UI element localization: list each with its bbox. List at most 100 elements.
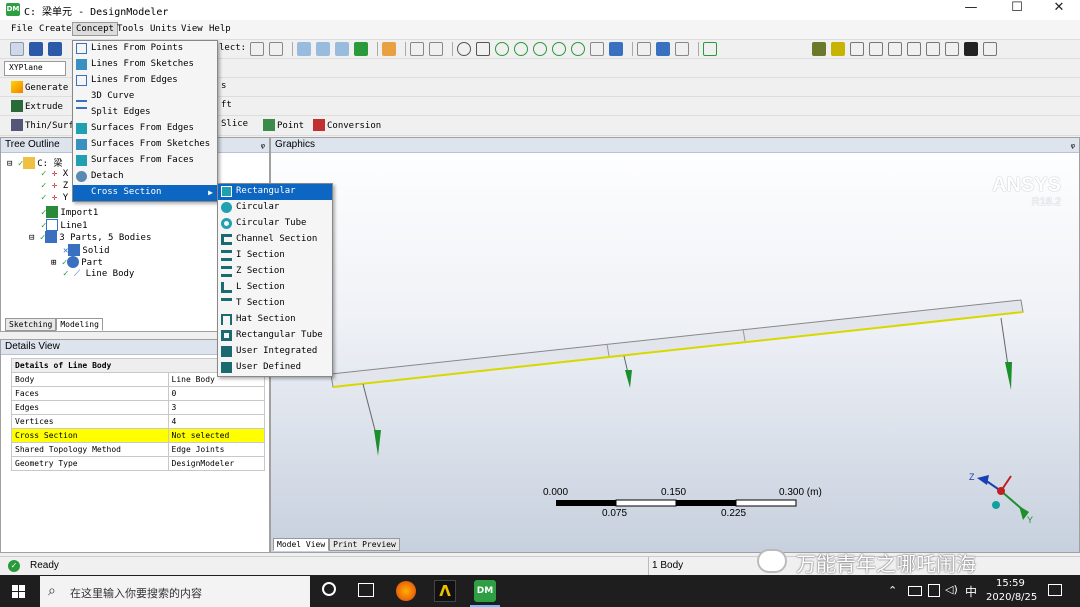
menu-item-surfaces-from-edges[interactable]: Surfaces From Edges	[73, 121, 217, 137]
plane-dropdown[interactable]: XYPlane	[4, 61, 66, 76]
windows-start-icon[interactable]	[12, 585, 26, 599]
thick-edge-icon[interactable]	[964, 42, 978, 56]
menu-item-t-section[interactable]: T Section	[218, 296, 332, 312]
select-edge-icon[interactable]	[316, 42, 330, 56]
extrude-button[interactable]: Extrude	[8, 98, 66, 115]
zoom-box-icon[interactable]	[514, 42, 528, 56]
clock-date[interactable]: 2020/8/25	[986, 592, 1037, 603]
menu-create[interactable]: Create	[36, 23, 75, 35]
point-button[interactable]: Point	[260, 117, 307, 134]
tree-node-solid[interactable]: ✕ Solid	[63, 244, 110, 256]
iso-view-icon[interactable]	[590, 42, 604, 56]
menu-item-split-edges[interactable]: Split Edges	[73, 105, 217, 121]
menu-item-rectangular-tube[interactable]: Rectangular Tube	[218, 328, 332, 344]
rotate-icon[interactable]	[457, 42, 471, 56]
menu-tools[interactable]: Tools	[114, 23, 147, 35]
extend-selection-icon[interactable]	[382, 42, 396, 56]
select-pointer-icon[interactable]	[250, 42, 264, 56]
battery-icon[interactable]	[928, 584, 940, 597]
firefox-icon[interactable]	[396, 581, 416, 601]
taskbar-search-input[interactable]: ⌕ 在这里输入你要搜索的内容	[40, 576, 310, 607]
menu-item-user-defined[interactable]: User Defined	[218, 360, 332, 376]
zoom-in-icon[interactable]	[552, 42, 566, 56]
save-icon[interactable]	[29, 42, 43, 56]
tree-node-import1[interactable]: ✓ Import1	[41, 206, 98, 218]
wireframe-2-icon[interactable]	[869, 42, 883, 56]
ime-indicator[interactable]: 中	[965, 583, 977, 600]
tab-model-view[interactable]: Model View	[273, 538, 330, 551]
pan-icon[interactable]	[476, 42, 490, 56]
display-point-icon[interactable]	[675, 42, 689, 56]
menu-item-circular-tube[interactable]: Circular Tube	[218, 216, 332, 232]
tree-node-line1[interactable]: ✓ Line1	[41, 219, 88, 231]
menu-concept[interactable]: Concept	[72, 22, 118, 36]
pin-icon[interactable]: ᵩ	[261, 139, 265, 150]
tree-root[interactable]: ⊟ ✓ C: 梁	[7, 156, 63, 169]
tray-expand-icon[interactable]: ⌃	[888, 584, 897, 597]
generate-button[interactable]: Generate	[8, 79, 71, 96]
cortana-icon[interactable]	[322, 582, 336, 596]
menu-item-3d-curve[interactable]: 3D Curve	[73, 89, 217, 105]
tree-node-z-plane[interactable]: ✓ ✛ Z	[41, 181, 68, 191]
wireframe-5-icon[interactable]	[926, 42, 940, 56]
menu-item-lines-from-edges[interactable]: Lines From Edges	[73, 73, 217, 89]
designmodeler-taskbar-icon[interactable]: DM	[474, 580, 496, 602]
menu-units[interactable]: Units	[147, 23, 180, 35]
clock-time[interactable]: 15:59	[996, 578, 1025, 589]
graphics-panel[interactable]: Graphics ᵩ ANSYS R18.2 0.000 0.150 0.300 …	[270, 137, 1080, 553]
ansys-workbench-icon[interactable]: Λ	[434, 580, 456, 602]
box-zoom-icon[interactable]	[429, 42, 443, 56]
zoom-fit-icon[interactable]	[533, 42, 547, 56]
wireframe-3-icon[interactable]	[888, 42, 902, 56]
beam-edge[interactable]	[332, 311, 1024, 388]
wireframe-6-icon[interactable]	[945, 42, 959, 56]
display-model-icon[interactable]	[656, 42, 670, 56]
edge-display-icon[interactable]	[812, 42, 826, 56]
menu-help[interactable]: Help	[206, 23, 234, 35]
tree-node-line-body[interactable]: ✓ ⟋ Line Body	[63, 269, 134, 279]
menu-item-surfaces-from-faces[interactable]: Surfaces From Faces	[73, 153, 217, 169]
thin-edge-icon[interactable]	[983, 42, 997, 56]
tab-print-preview[interactable]: Print Preview	[329, 538, 400, 551]
close-button[interactable]: ✕	[1036, 0, 1080, 20]
menu-item-i-section[interactable]: I Section	[218, 248, 332, 264]
wireframe-1-icon[interactable]	[850, 42, 864, 56]
tree-node-part[interactable]: ⊞ ✓ Part	[51, 256, 103, 268]
minimize-button[interactable]: —	[948, 0, 994, 20]
menu-view[interactable]: View	[178, 23, 206, 35]
task-view-icon[interactable]	[358, 583, 374, 597]
notification-icon[interactable]	[1048, 584, 1062, 596]
maximize-button[interactable]: ☐	[994, 0, 1040, 20]
tree-node-parts[interactable]: ⊟ ✓ 3 Parts, 5 Bodies	[29, 231, 151, 243]
menu-item-hat-section[interactable]: Hat Section	[218, 312, 332, 328]
edge-coloring-icon[interactable]	[831, 42, 845, 56]
beam-body[interactable]	[330, 299, 1024, 388]
menu-item-user-integrated[interactable]: User Integrated	[218, 344, 332, 360]
menu-item-circular[interactable]: Circular	[218, 200, 332, 216]
menu-item-lines-from-points[interactable]: Lines From Points	[73, 41, 217, 57]
menu-item-channel-section[interactable]: Channel Section	[218, 232, 332, 248]
slice-button[interactable]: Slice	[218, 117, 251, 134]
wireframe-4-icon[interactable]	[907, 42, 921, 56]
tab-modeling[interactable]: Modeling	[56, 318, 103, 331]
menu-item-z-section[interactable]: Z Section	[218, 264, 332, 280]
conversion-button[interactable]: Conversion	[310, 117, 384, 134]
menu-item-l-section[interactable]: L Section	[218, 280, 332, 296]
triad-iso-ball[interactable]	[992, 501, 1000, 509]
select-face-icon[interactable]	[335, 42, 349, 56]
zoom-icon[interactable]	[495, 42, 509, 56]
select-mode-icon[interactable]	[269, 42, 283, 56]
save-as-icon[interactable]	[48, 42, 62, 56]
triad-icon[interactable]	[637, 42, 651, 56]
menu-item-detach[interactable]: Detach	[73, 169, 217, 185]
select-vertex-icon[interactable]	[297, 42, 311, 56]
tree-node-y-plane[interactable]: ✓ ✛ Y	[41, 193, 68, 203]
select-body-icon[interactable]	[354, 42, 368, 56]
tab-sketching[interactable]: Sketching	[5, 318, 57, 331]
menu-item-rectangular[interactable]: Rectangular	[218, 184, 332, 200]
network-icon[interactable]	[908, 586, 922, 596]
menu-item-cross-section[interactable]: Cross Section ▶	[73, 185, 217, 201]
new-icon[interactable]	[10, 42, 24, 56]
tree-node-x-plane[interactable]: ✓ ✛ X	[41, 169, 68, 179]
menu-file[interactable]: File	[8, 23, 36, 35]
